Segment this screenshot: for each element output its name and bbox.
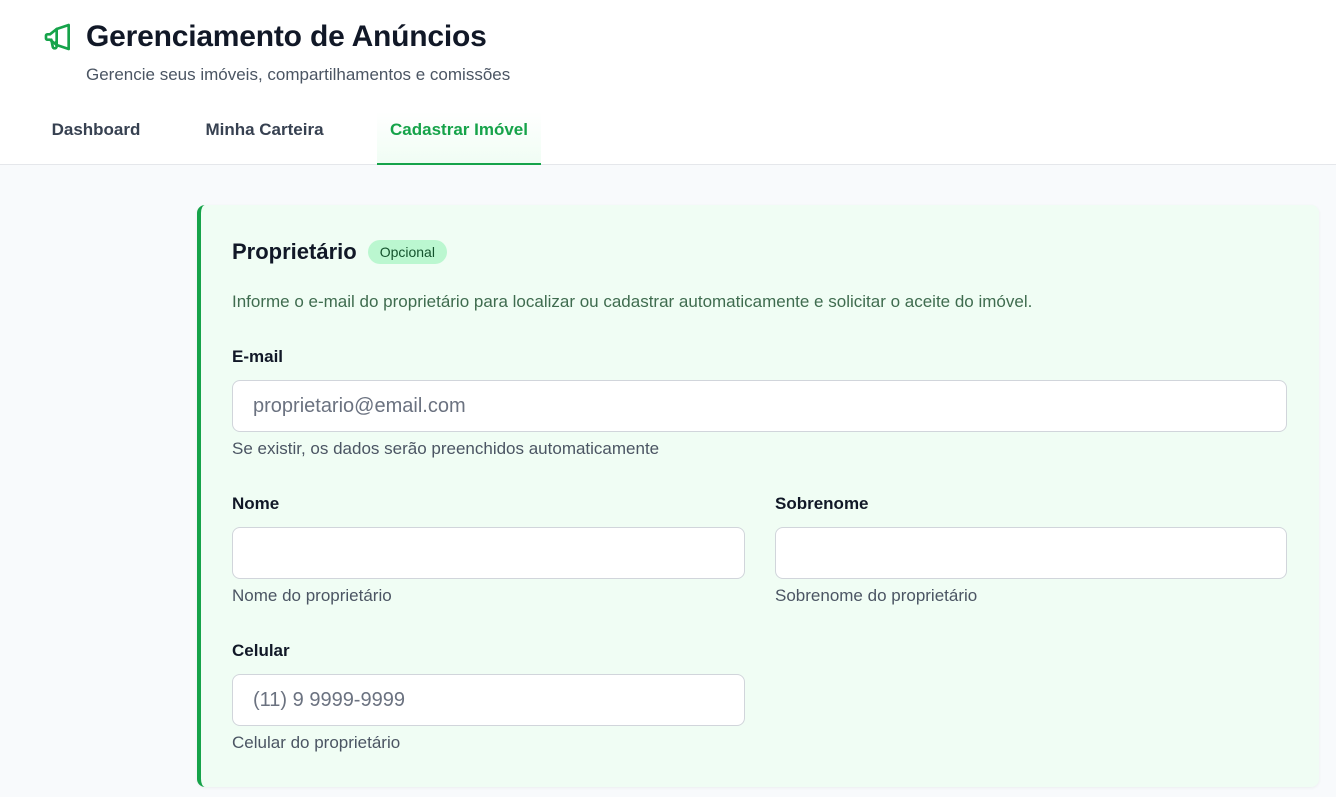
email-input[interactable] — [232, 380, 1287, 432]
megaphone-icon — [42, 21, 74, 53]
optional-badge: Opcional — [367, 240, 447, 264]
phone-input[interactable] — [232, 674, 745, 726]
tab-label: Dashboard — [51, 120, 141, 139]
section-title: Proprietário — [232, 239, 357, 264]
first-name-help: Nome do proprietário — [232, 586, 392, 605]
last-name-label: Sobrenome — [775, 494, 869, 513]
tab-label: Cadastrar Imóvel — [390, 120, 528, 139]
tab-dashboard[interactable]: Dashboard — [40, 112, 152, 165]
tab-cadastrar-imovel[interactable]: Cadastrar Imóvel — [377, 112, 541, 165]
first-name-label: Nome — [232, 494, 280, 513]
phone-label: Celular — [232, 641, 290, 660]
section-header: Proprietário Opcional — [232, 239, 447, 265]
page-title: Gerenciamento de Anúncios — [86, 20, 487, 53]
tab-minha-carteira[interactable]: Minha Carteira — [192, 112, 337, 165]
last-name-input[interactable] — [775, 527, 1287, 579]
email-help: Se existir, os dados serão preenchidos a… — [232, 439, 660, 458]
first-name-input[interactable] — [232, 527, 745, 579]
phone-help: Celular do proprietário — [232, 733, 401, 752]
owner-section-card: Proprietário Opcional Informe o e-mail d… — [197, 205, 1319, 787]
page-header: Gerenciamento de Anúncios Gerencie seus … — [0, 0, 1336, 165]
tab-label: Minha Carteira — [205, 120, 324, 139]
title-row: Gerenciamento de Anúncios — [42, 20, 487, 54]
page-subtitle: Gerencie seus imóveis, compartilhamentos… — [86, 65, 511, 84]
email-label: E-mail — [232, 347, 284, 366]
tab-bar: Dashboard Minha Carteira Cadastrar Imóve… — [0, 112, 1336, 165]
section-description: Informe o e-mail do proprietário para lo… — [232, 292, 1033, 311]
last-name-help: Sobrenome do proprietário — [775, 586, 978, 605]
